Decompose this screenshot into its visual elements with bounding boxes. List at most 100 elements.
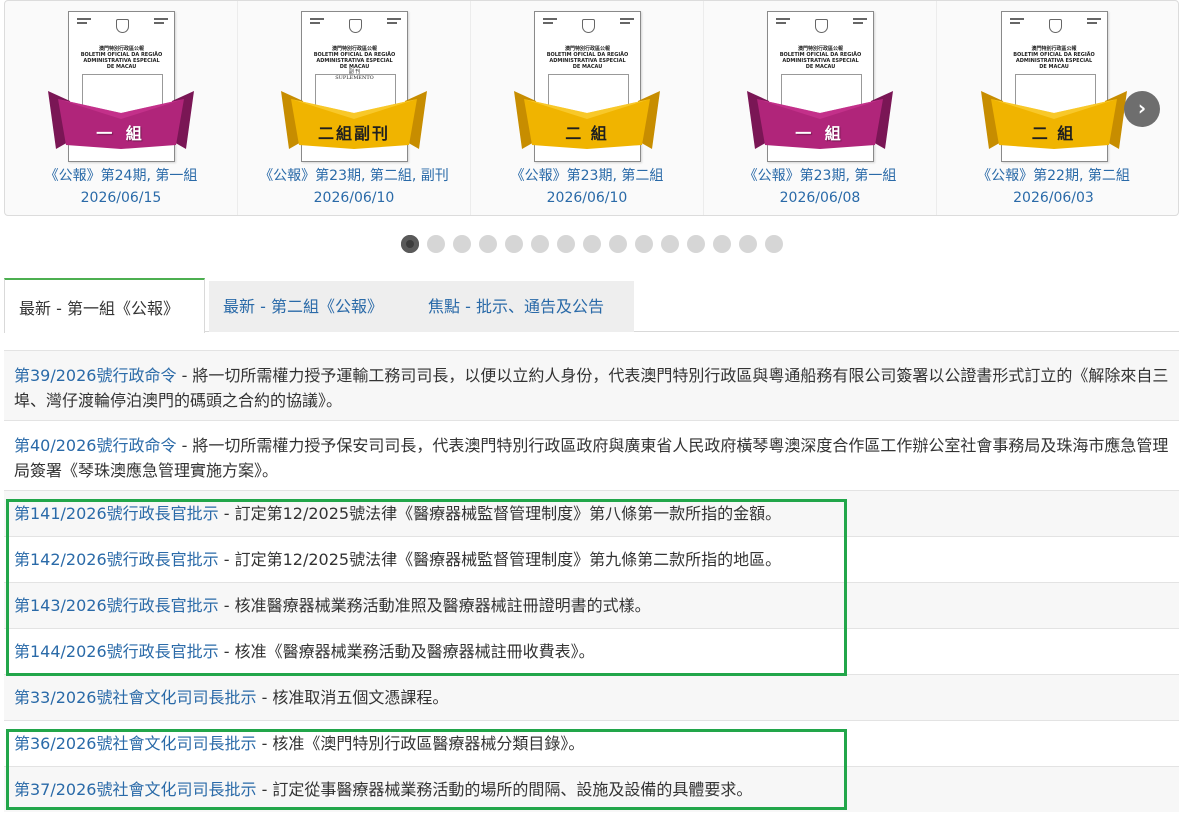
cover-text-line	[310, 22, 320, 24]
slide-caption: 《公報》第22期, 第二組 2026/06/03	[937, 165, 1170, 209]
carousel-next-button[interactable]: ›	[1124, 91, 1160, 127]
carousel-slide[interactable]: 澳門特別行政區公報 BOLETIM OFICIAL DA REGIÃO ADMI…	[238, 1, 471, 215]
cover-text-line	[77, 22, 87, 24]
group-ribbon-label: 一 組	[795, 124, 845, 143]
list-item-description: - 核准取消五個文憑課程。	[256, 688, 449, 707]
slide-date-link[interactable]: 2026/06/03	[937, 187, 1170, 209]
cover-text-line	[310, 18, 324, 20]
list-item-description: - 訂定第12/2025號法律《醫療器械監督管理制度》第九條第二款所指的地區。	[218, 550, 782, 569]
list-item-description: - 將一切所需權力授予保安司司長，代表澳門特別行政區政府與廣東省人民政府橫琴粵澳…	[14, 436, 1169, 480]
list-item-link[interactable]: 第141/2026號行政長官批示	[14, 504, 219, 523]
macau-emblem-icon	[349, 19, 362, 33]
slide-title-link[interactable]: 《公報》第22期, 第二組	[937, 165, 1170, 187]
carousel-page-dot[interactable]	[531, 235, 549, 253]
group-ribbon-label: 二 組	[565, 124, 609, 143]
cover-text-line	[1086, 22, 1097, 24]
carousel-pager	[401, 235, 783, 253]
cover-heading: 澳門特別行政區公報 BOLETIM OFICIAL DA REGIÃO ADMI…	[1013, 46, 1095, 70]
carousel-page-dot[interactable]	[401, 235, 419, 253]
list-item-link[interactable]: 第40/2026號行政命令	[14, 436, 176, 455]
carousel-page-dot[interactable]	[609, 235, 627, 253]
list-item-link[interactable]: 第144/2026號行政長官批示	[14, 642, 219, 661]
bulletin-tabs: 最新 - 第一組《公報》 最新 - 第二組《公報》 焦點 - 批示、通告及公告	[4, 278, 1179, 333]
bulletin-list: 第39/2026號行政命令 - 將一切所需權力授予運輸工務司司長，以便以立約人身…	[4, 350, 1179, 812]
carousel-slides: 澳門特別行政區公報 BOLETIM OFICIAL DA REGIÃO ADMI…	[5, 1, 1178, 215]
cover-text-line	[387, 22, 397, 24]
list-item-link[interactable]: 第33/2026號社會文化司司長批示	[14, 688, 256, 707]
carousel-slide[interactable]: 澳門特別行政區公報 BOLETIM OFICIAL DA REGIÃO ADMI…	[471, 1, 704, 215]
macau-emblem-icon	[815, 19, 828, 33]
slide-title-link[interactable]: 《公報》第23期, 第二組, 副刊	[238, 165, 470, 187]
tab-focus-notices[interactable]: 焦點 - 批示、通告及公告	[414, 281, 634, 332]
slide-caption: 《公報》第23期, 第一組 2026/06/08	[704, 165, 936, 209]
slide-date-link[interactable]: 2026/06/10	[238, 187, 470, 209]
cover-text-line	[1009, 18, 1024, 20]
group-ribbon: 一 組	[48, 91, 194, 149]
carousel-page-dot[interactable]	[479, 235, 497, 253]
cover-text-line	[620, 18, 634, 20]
macau-emblem-icon	[1048, 19, 1062, 33]
carousel-page-dot[interactable]	[583, 235, 601, 253]
list-item-link[interactable]: 第36/2026號社會文化司司長批示	[14, 734, 256, 753]
slide-date-link[interactable]: 2026/06/08	[704, 187, 936, 209]
carousel-page-dot[interactable]	[661, 235, 679, 253]
tab-latest-group-2[interactable]: 最新 - 第二組《公報》	[209, 281, 414, 332]
list-item: 第142/2026號行政長官批示 - 訂定第12/2025號法律《醫療器械監督管…	[4, 536, 1179, 582]
carousel-page-dot[interactable]	[765, 235, 783, 253]
cover-heading: 澳門特別行政區公報 BOLETIM OFICIAL DA REGIÃO ADMI…	[313, 46, 396, 70]
cover-text-line	[1009, 22, 1020, 24]
slide-title-link[interactable]: 《公報》第23期, 第一組	[704, 165, 936, 187]
gazette-carousel: 澳門特別行政區公報 BOLETIM OFICIAL DA REGIÃO ADMI…	[4, 0, 1179, 216]
list-item-link[interactable]: 第142/2026號行政長官批示	[14, 550, 219, 569]
list-item-description: - 將一切所需權力授予運輸工務司司長，以便以立約人身份，代表澳門特別行政區與粵通…	[14, 366, 1169, 410]
group-ribbon-label: 二組副刊	[317, 124, 390, 143]
group-ribbon-label: 二 組	[1031, 124, 1076, 143]
macau-emblem-icon	[116, 19, 129, 33]
carousel-page-dot[interactable]	[635, 235, 653, 253]
group-ribbon: 一 組	[747, 91, 893, 149]
list-item: 第39/2026號行政命令 - 將一切所需權力授予運輸工務司司長，以便以立約人身…	[4, 350, 1179, 420]
cover-text-line	[776, 22, 786, 24]
carousel-slide[interactable]: 澳門特別行政區公報 BOLETIM OFICIAL DA REGIÃO ADMI…	[5, 1, 238, 215]
list-item-link[interactable]: 第39/2026號行政命令	[14, 366, 176, 385]
list-item-link[interactable]: 第143/2026號行政長官批示	[14, 596, 219, 615]
list-item: 第37/2026號社會文化司司長批示 - 訂定從事醫療器械業務活動的場所的間隔、…	[4, 766, 1179, 812]
cover-text-line	[776, 18, 790, 20]
cover-heading: 澳門特別行政區公報 BOLETIM OFICIAL DA REGIÃO ADMI…	[546, 46, 629, 70]
list-item: 第36/2026號社會文化司司長批示 - 核准《澳門特別行政區醫療器械分類目錄》…	[4, 720, 1179, 766]
list-item: 第33/2026號社會文化司司長批示 - 核准取消五個文憑課程。	[4, 674, 1179, 720]
cover-text-line	[543, 18, 557, 20]
cover-text-line	[154, 22, 164, 24]
carousel-page-dot[interactable]	[427, 235, 445, 253]
slide-title-link[interactable]: 《公報》第23期, 第二組	[471, 165, 703, 187]
cover-text-line	[853, 22, 863, 24]
group-ribbon: 二組副刊	[281, 91, 427, 149]
cover-heading: 澳門特別行政區公報 BOLETIM OFICIAL DA REGIÃO ADMI…	[80, 46, 163, 70]
cover-text-line	[77, 18, 91, 20]
list-item-description: - 核准《醫療器械業務活動及醫療器械註冊收費表》。	[218, 642, 595, 661]
list-item-description: - 訂定從事醫療器械業務活動的場所的間隔、設施及設備的具體要求。	[256, 780, 753, 799]
carousel-slide[interactable]: 澳門特別行政區公報 BOLETIM OFICIAL DA REGIÃO ADMI…	[704, 1, 937, 215]
list-item: 第40/2026號行政命令 - 將一切所需權力授予保安司司長，代表澳門特別行政區…	[4, 420, 1179, 490]
slide-title-link[interactable]: 《公報》第24期, 第一組	[5, 165, 237, 187]
slide-caption: 《公報》第24期, 第一組 2026/06/15	[5, 165, 237, 209]
carousel-page-dot[interactable]	[557, 235, 575, 253]
list-item-description: - 核准醫療器械業務活動准照及醫療器械註冊證明書的式樣。	[218, 596, 651, 615]
slide-date-link[interactable]: 2026/06/10	[471, 187, 703, 209]
list-item: 第141/2026號行政長官批示 - 訂定第12/2025號法律《醫療器械監督管…	[4, 490, 1179, 536]
cover-text-line	[154, 18, 168, 20]
tab-latest-group-1[interactable]: 最新 - 第一組《公報》	[4, 278, 205, 333]
carousel-page-dot[interactable]	[739, 235, 757, 253]
carousel-page-dot[interactable]	[687, 235, 705, 253]
list-item-description: - 訂定第12/2025號法律《醫療器械監督管理制度》第八條第一款所指的金額。	[218, 504, 782, 523]
slide-caption: 《公報》第23期, 第二組 2026/06/10	[471, 165, 703, 209]
list-item-description: - 核准《澳門特別行政區醫療器械分類目錄》。	[256, 734, 585, 753]
carousel-page-dot[interactable]	[713, 235, 731, 253]
cover-text-line	[1086, 18, 1101, 20]
group-ribbon-label: 一 組	[96, 124, 146, 143]
group-ribbon: 二 組	[514, 91, 660, 149]
list-item-link[interactable]: 第37/2026號社會文化司司長批示	[14, 780, 256, 799]
carousel-page-dot[interactable]	[453, 235, 471, 253]
slide-date-link[interactable]: 2026/06/15	[5, 187, 237, 209]
carousel-page-dot[interactable]	[505, 235, 523, 253]
